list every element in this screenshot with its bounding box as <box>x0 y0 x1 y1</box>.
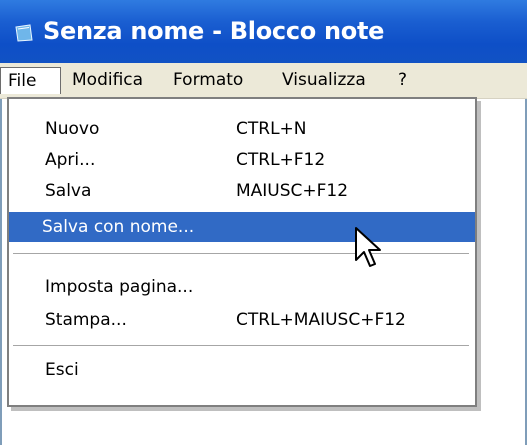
window-title: Senza nome - Blocco note <box>43 17 385 45</box>
menu-item-shortcut: MAIUSC+F12 <box>236 181 349 201</box>
menu-item-label: Salva con nome... <box>42 217 195 237</box>
menu-item-salva-con-nome[interactable]: Salva con nome... <box>9 212 475 242</box>
menu-item-label: Nuovo <box>45 119 100 139</box>
menu-formato[interactable]: Formato <box>173 67 243 94</box>
menu-item-label: Salva <box>45 181 92 201</box>
menu-item-salva[interactable]: Salva MAIUSC+F12 <box>9 176 475 206</box>
menu-item-apri[interactable]: Apri... CTRL+F12 <box>9 145 475 175</box>
menu-item-imposta-pagina[interactable]: Imposta pagina... <box>9 272 475 302</box>
menu-item-label: Stampa... <box>45 310 127 330</box>
menu-bar: File Modifica Formato Visualizza ? <box>0 63 527 99</box>
menu-item-shortcut: CTRL+F12 <box>236 150 326 170</box>
mouse-pointer-icon <box>355 227 381 267</box>
file-menu-dropdown: Nuovo CTRL+N Apri... CTRL+F12 Salva MAIU… <box>7 97 477 407</box>
menu-separator <box>13 345 469 347</box>
title-bar[interactable]: Senza nome - Blocco note <box>0 0 527 63</box>
menu-item-label: Esci <box>45 360 79 380</box>
menu-item-label: Apri... <box>45 150 96 170</box>
notepad-window: Senza nome - Blocco note File Modifica F… <box>0 0 527 445</box>
menu-modifica[interactable]: Modifica <box>72 67 143 94</box>
menu-visualizza[interactable]: Visualizza <box>282 67 366 94</box>
menu-file[interactable]: File <box>0 67 61 94</box>
menu-item-esci[interactable]: Esci <box>9 355 475 385</box>
menu-separator <box>13 253 469 255</box>
notepad-icon <box>15 24 33 42</box>
menu-item-shortcut: CTRL+N <box>236 119 307 139</box>
menu-item-nuovo[interactable]: Nuovo CTRL+N <box>9 114 475 144</box>
menu-item-shortcut: CTRL+MAIUSC+F12 <box>236 310 406 330</box>
menu-item-stampa[interactable]: Stampa... CTRL+MAIUSC+F12 <box>9 305 475 335</box>
menu-help[interactable]: ? <box>398 67 407 94</box>
menu-item-label: Imposta pagina... <box>45 277 194 297</box>
